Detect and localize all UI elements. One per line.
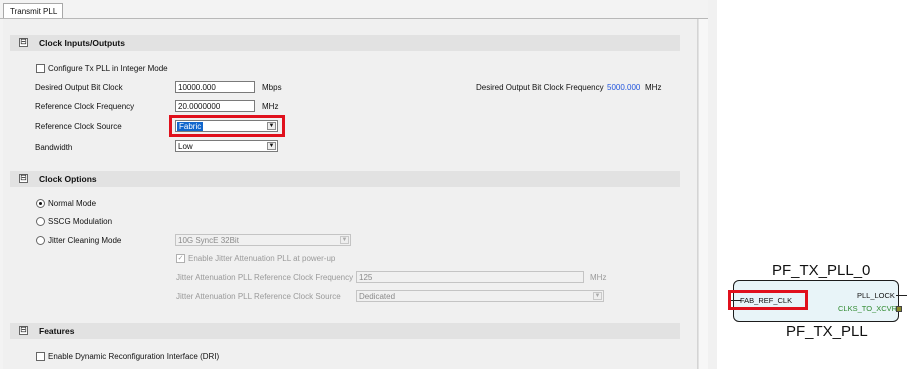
port-clks-to-xcvr[interactable]: CLKS_TO_XCVR: [838, 304, 897, 313]
section-title-clock-io: Clock Inputs/Outputs: [39, 38, 125, 48]
ref-freq-label: Reference Clock Frequency: [35, 102, 135, 111]
jitter-ref-freq-label: Jitter Attenuation PLL Reference Clock F…: [176, 273, 354, 282]
bandwidth-label: Bandwidth: [35, 143, 73, 152]
section-title-clock-options: Clock Options: [39, 174, 97, 184]
sscg-radio[interactable]: [36, 217, 45, 226]
jitter-ref-source-value: Dedicated: [359, 292, 396, 301]
component-name: PF_TX_PLL: [786, 323, 868, 340]
normal-mode-label: Normal Mode: [48, 199, 97, 208]
bus-pin-icon: [896, 306, 902, 312]
dri-checkbox[interactable]: [36, 352, 45, 361]
tab-transmit-pll[interactable]: Transmit PLL: [3, 3, 63, 19]
jitter-cleaning-radio[interactable]: [36, 236, 45, 245]
highlight-port: [728, 290, 808, 310]
integer-mode-label: Configure Tx PLL in Integer Mode: [48, 64, 168, 73]
ref-freq-input[interactable]: 20.0000000: [175, 100, 255, 112]
jitter-ref-source-label: Jitter Attenuation PLL Reference Clock S…: [176, 292, 341, 301]
bandwidth-select[interactable]: Low ▼: [175, 140, 278, 152]
jitter-ref-freq-input[interactable]: 125: [356, 271, 584, 283]
ref-freq-unit: MHz: [262, 102, 279, 111]
desired-output-input[interactable]: 10000.000: [175, 81, 255, 93]
desired-freq-label: Desired Output Bit Clock Frequency: [476, 83, 604, 92]
normal-mode-radio[interactable]: [36, 199, 45, 208]
jitter-mode-value: 10G SyncE 32Bit: [178, 236, 239, 245]
jitter-ref-source-select[interactable]: Dedicated ▼: [356, 290, 604, 302]
sscg-label: SSCG Modulation: [48, 217, 113, 226]
ref-source-label: Reference Clock Source: [35, 122, 122, 131]
jitter-cleaning-label: Jitter Cleaning Mode: [48, 236, 122, 245]
instance-name: PF_TX_PLL_0: [772, 262, 871, 279]
chevron-down-icon[interactable]: ▼: [593, 292, 602, 300]
collapse-icon[interactable]: ⊟: [19, 174, 28, 183]
highlight-ref-source: [169, 115, 285, 137]
jitter-mode-select[interactable]: 10G SyncE 32Bit ▼: [175, 234, 351, 246]
integer-mode-checkbox[interactable]: [36, 64, 45, 73]
section-title-features: Features: [39, 326, 75, 336]
panel-splitter[interactable]: [708, 0, 717, 369]
bandwidth-value: Low: [178, 142, 193, 151]
chevron-down-icon[interactable]: ▼: [267, 142, 276, 150]
port-pin-lock: [896, 295, 907, 296]
enable-jitter-checkbox[interactable]: ✓: [176, 254, 185, 263]
jitter-ref-freq-unit: MHz: [590, 273, 607, 282]
dri-label: Enable Dynamic Reconfiguration Interface…: [48, 352, 220, 361]
collapse-icon[interactable]: ⊟: [19, 326, 28, 335]
port-pll-lock[interactable]: PLL_LOCK: [857, 291, 895, 300]
section-header-features[interactable]: [10, 323, 680, 339]
desired-output-label: Desired Output Bit Clock: [35, 83, 123, 92]
collapse-icon[interactable]: ⊟: [19, 38, 28, 47]
chevron-down-icon[interactable]: ▼: [340, 236, 349, 244]
desired-freq-value: 5000.000: [607, 83, 641, 92]
enable-jitter-label: Enable Jitter Attenuation PLL at power-u…: [188, 254, 336, 263]
vertical-scrollbar[interactable]: [698, 19, 708, 369]
section-header-clock-options[interactable]: [10, 171, 680, 187]
desired-output-unit: Mbps: [262, 83, 282, 92]
desired-freq-unit: MHz: [645, 83, 662, 92]
